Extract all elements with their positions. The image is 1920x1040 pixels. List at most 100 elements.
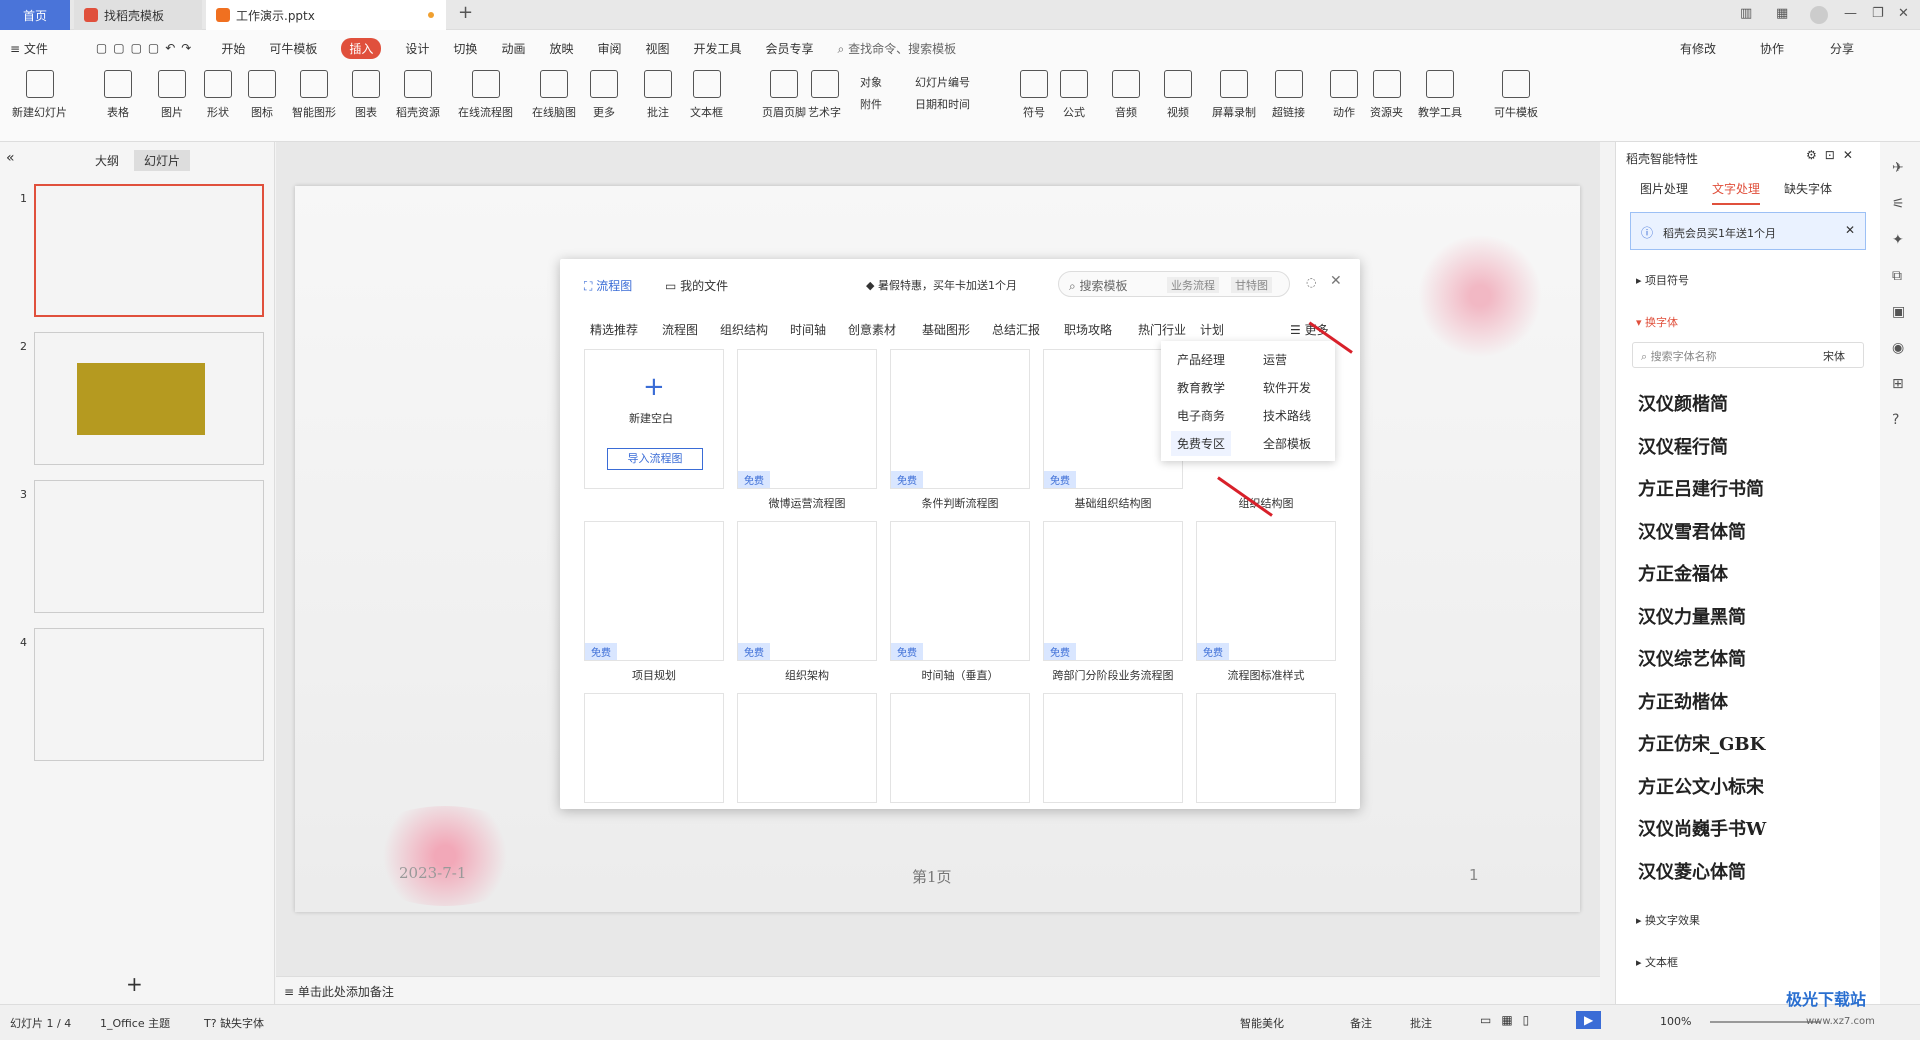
ribbon-27-button[interactable]: 教学工具 <box>1418 70 1462 120</box>
category-9[interactable]: 计划 <box>1200 321 1224 338</box>
ribbon-16-button[interactable]: 附件 <box>860 96 882 112</box>
font-option[interactable]: 汉仪颜楷简 <box>1638 390 1728 416</box>
slide-thumb-3[interactable] <box>34 480 264 613</box>
ribbon-25-button[interactable]: 动作 <box>1330 70 1358 120</box>
ribbon-1-button[interactable]: 表格 <box>104 70 132 120</box>
changefont-section[interactable]: ▾ 换字体 <box>1636 314 1678 330</box>
tag-business[interactable]: 业务流程 <box>1167 277 1219 293</box>
template-card[interactable]: 免费 <box>890 521 1030 661</box>
tab-text[interactable]: 文字处理 <box>1712 180 1761 205</box>
dropdown-item[interactable]: 电子商务 <box>1177 407 1225 424</box>
ribbon-14-button[interactable]: 艺术字 <box>808 70 841 120</box>
category-2[interactable]: 组织结构 <box>720 321 768 338</box>
template-card[interactable]: 免费 <box>737 349 877 489</box>
notes-button[interactable]: 备注 <box>1350 1015 1372 1031</box>
template-card[interactable] <box>584 693 724 803</box>
dialog-close-icon[interactable]: ✕ <box>1330 273 1342 289</box>
share-button[interactable]: 分享 <box>1830 40 1854 57</box>
font-option[interactable]: 方正公文小标宋 <box>1638 773 1764 799</box>
import-button[interactable]: 导入流程图 <box>607 448 703 470</box>
tab-home[interactable]: 首页 <box>0 0 70 30</box>
ribbon-13-button[interactable]: 页眉页脚 <box>762 70 806 120</box>
menu-design[interactable]: 设计 <box>405 40 429 57</box>
menu-transition[interactable]: 切换 <box>453 40 477 57</box>
category-4[interactable]: 创意素材 <box>848 321 896 338</box>
text-effects-section[interactable]: ▸ 换文字效果 <box>1636 912 1700 928</box>
menu-file[interactable]: ≡ 文件 <box>10 40 72 57</box>
tab-outline[interactable]: 大纲 <box>95 152 119 169</box>
template-card[interactable]: 免费 <box>737 521 877 661</box>
ribbon-15-button[interactable]: 对象 <box>860 74 882 90</box>
ribbon-20-button[interactable]: 公式 <box>1060 70 1088 120</box>
tab-slides[interactable]: 幻灯片 <box>134 150 191 171</box>
side-tools-icon[interactable]: ✈ ⚟ ✦ ⧉ ▣ ◉ ⊞? <box>1880 142 1920 446</box>
tab-flowchart[interactable]: ⛶ 流程图 <box>584 277 632 294</box>
collapse-icon[interactable]: « <box>6 150 15 166</box>
ribbon-23-button[interactable]: 屏幕录制 <box>1212 70 1256 120</box>
panel-tools-icon[interactable]: ⚙⊡✕ <box>1806 148 1861 162</box>
tab-missing-font[interactable]: 缺失字体 <box>1784 180 1832 197</box>
template-card[interactable]: 免费 <box>1196 521 1336 661</box>
view-mode-icons[interactable]: ▭▦▯ <box>1480 1013 1539 1027</box>
menu-insert[interactable]: 插入 <box>341 37 382 59</box>
slide-thumb-2[interactable] <box>34 332 264 465</box>
font-option[interactable]: 汉仪尚巍手书W <box>1638 815 1766 841</box>
ribbon-21-button[interactable]: 音频 <box>1112 70 1140 120</box>
menu-dev[interactable]: 开发工具 <box>694 40 742 57</box>
dropdown-item[interactable]: 产品经理 <box>1177 351 1225 368</box>
layout-icon[interactable]: ▥ <box>1740 6 1752 21</box>
dropdown-item[interactable]: 全部模板 <box>1263 435 1311 452</box>
category-5[interactable]: 基础图形 <box>922 321 970 338</box>
ribbon-17-button[interactable]: 幻灯片编号 <box>915 74 970 90</box>
slide-thumb-4[interactable] <box>34 628 264 761</box>
ribbon-24-button[interactable]: 超链接 <box>1272 70 1305 120</box>
font-search-input[interactable]: ⌕ 搜索字体名称 宋体 <box>1632 342 1864 368</box>
font-option[interactable]: 汉仪菱心体简 <box>1638 858 1746 884</box>
category-3[interactable]: 时间轴 <box>790 321 826 338</box>
menu-start[interactable]: 开始 <box>221 40 245 57</box>
font-option[interactable]: 汉仪程行简 <box>1638 433 1728 459</box>
dropdown-item[interactable]: 软件开发 <box>1263 379 1311 396</box>
menu-animation[interactable]: 动画 <box>501 40 525 57</box>
ribbon-6-button[interactable]: 图表 <box>352 70 380 120</box>
zoom-slider[interactable] <box>1710 1021 1820 1023</box>
ribbon-0-button[interactable]: 新建幻灯片 <box>12 70 67 120</box>
category-0[interactable]: 精选推荐 <box>590 321 638 338</box>
ribbon-10-button[interactable]: 更多 <box>590 70 618 120</box>
modified-button[interactable]: 有修改 <box>1680 40 1716 57</box>
ribbon-5-button[interactable]: 智能图形 <box>292 70 336 120</box>
textbox-section[interactable]: ▸ 文本框 <box>1636 954 1678 970</box>
template-card[interactable]: 免费 <box>890 349 1030 489</box>
ribbon-22-button[interactable]: 视频 <box>1164 70 1192 120</box>
template-search-input[interactable]: ⌕ 搜索模板 业务流程 甘特图 <box>1058 271 1290 297</box>
ribbon-11-button[interactable]: 批注 <box>644 70 672 120</box>
category-1[interactable]: 流程图 <box>662 321 698 338</box>
play-button[interactable]: ▶ <box>1576 1011 1602 1029</box>
bullets-section[interactable]: ▸ 项目符号 <box>1636 272 1689 288</box>
restore-button[interactable]: ❐ <box>1872 6 1884 21</box>
dropdown-item[interactable]: 教育教学 <box>1177 379 1225 396</box>
slide-thumb-1[interactable] <box>34 184 264 317</box>
template-card[interactable]: 免费 <box>1043 521 1183 661</box>
template-card[interactable] <box>890 693 1030 803</box>
menu-view[interactable]: 视图 <box>645 40 669 57</box>
new-blank-card[interactable]: + 新建空白 导入流程图 <box>584 349 724 489</box>
tab-myfiles[interactable]: ▭ 我的文件 <box>665 277 728 294</box>
template-card[interactable] <box>1196 693 1336 803</box>
promo-text[interactable]: ◆ 暑假特惠，买年卡加送1个月 <box>866 277 1017 293</box>
menu-slideshow[interactable]: 放映 <box>549 40 573 57</box>
category-7[interactable]: 职场攻略 <box>1064 321 1112 338</box>
ribbon-26-button[interactable]: 资源夹 <box>1370 70 1403 120</box>
dropdown-item-free[interactable]: 免费专区 <box>1171 431 1232 456</box>
ribbon-18-button[interactable]: 日期和时间 <box>915 96 970 112</box>
category-6[interactable]: 总结汇报 <box>992 321 1040 338</box>
ribbon-12-button[interactable]: 文本框 <box>690 70 723 120</box>
tag-gantt[interactable]: 甘特图 <box>1231 277 1272 293</box>
close-button[interactable]: ✕ <box>1898 6 1909 21</box>
font-option[interactable]: 方正吕建行书简 <box>1638 475 1764 501</box>
font-option[interactable]: 方正劲楷体 <box>1638 688 1728 714</box>
ribbon-2-button[interactable]: 图片 <box>158 70 186 120</box>
beautify-button[interactable]: 智能美化 <box>1240 1015 1284 1031</box>
ribbon-4-button[interactable]: 图标 <box>248 70 276 120</box>
menu-review[interactable]: 审阅 <box>597 40 621 57</box>
